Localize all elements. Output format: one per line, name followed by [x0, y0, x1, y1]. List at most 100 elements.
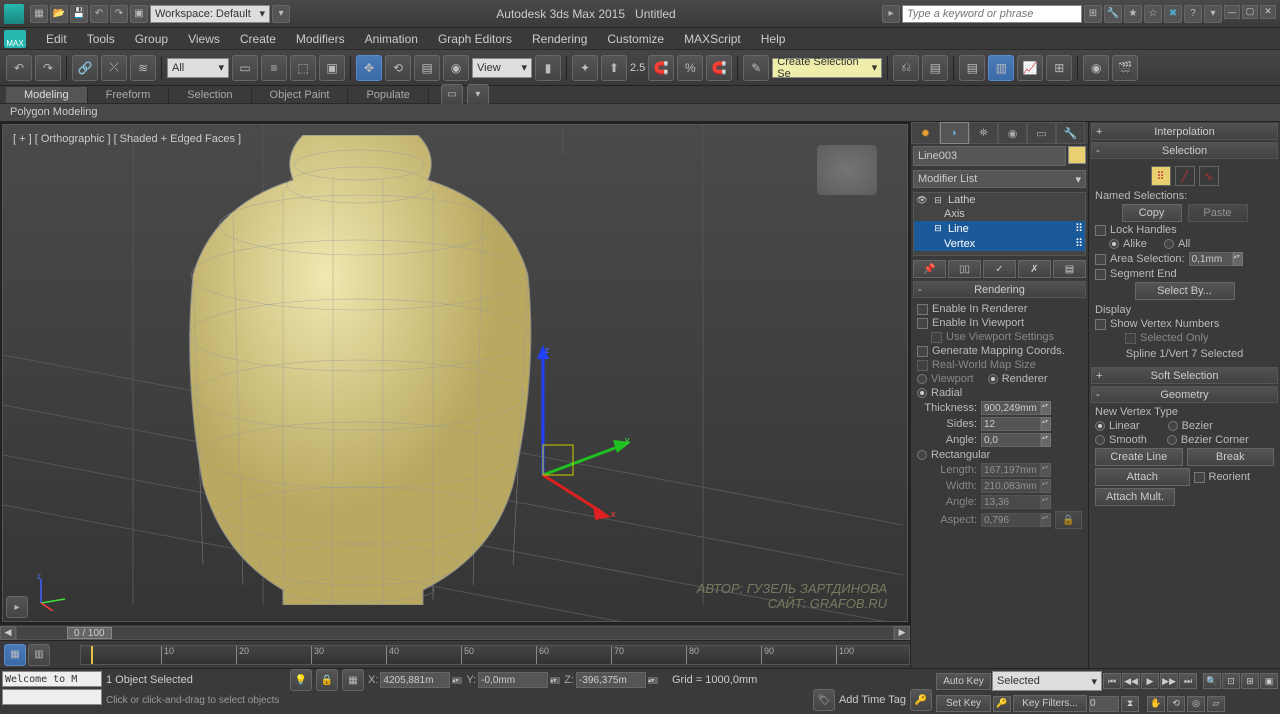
sides-spinner[interactable]: ▴▾ [1041, 417, 1051, 431]
break-button[interactable]: Break [1187, 448, 1275, 466]
gen-mapping-checkbox[interactable] [917, 346, 928, 357]
reorient-checkbox[interactable] [1194, 472, 1205, 483]
field-of-view-icon[interactable]: ▱ [1207, 696, 1225, 712]
rendering-rollout-header[interactable]: -Rendering [913, 281, 1086, 298]
ribbon-config-icon[interactable]: ▭ [441, 84, 463, 106]
make-unique-icon[interactable]: ✓ [983, 260, 1016, 278]
keyboard-shortcut-icon[interactable]: ⬆ [601, 55, 627, 81]
enable-viewport-checkbox[interactable] [917, 318, 928, 329]
all-radio[interactable] [1164, 239, 1174, 249]
attach-mult-button[interactable]: Attach Mult. [1095, 488, 1175, 506]
isolate-icon[interactable]: 🔒 [316, 669, 338, 691]
undo-button[interactable]: ↶ [6, 55, 32, 81]
timeslider-prev[interactable]: ◀ [0, 626, 16, 640]
select-object-icon[interactable]: ▭ [232, 55, 258, 81]
viewport[interactable]: [ + ] [ Orthographic ] [ Shaded + Edged … [2, 124, 908, 622]
mirror-icon[interactable]: ⎌ [893, 55, 919, 81]
dolly-icon[interactable]: ◎ [1187, 696, 1205, 712]
soft-selection-rollout-header[interactable]: +Soft Selection [1091, 367, 1278, 384]
bezier-radio[interactable] [1168, 421, 1178, 431]
create-tab-icon[interactable]: ✹ [911, 122, 940, 144]
menu-edit[interactable]: Edit [36, 30, 77, 48]
save-file-icon[interactable]: 💾 [70, 5, 88, 23]
display-tab-icon[interactable]: ▭ [1027, 122, 1056, 144]
new-file-icon[interactable]: ▦ [30, 5, 48, 23]
transform-type-icon[interactable]: ▦ [342, 669, 364, 691]
menu-customize[interactable]: Customize [597, 30, 674, 48]
track-bar-icon[interactable]: ▦ [4, 644, 26, 666]
sign-in-icon[interactable]: ★ [1124, 5, 1142, 23]
pin-stack-icon[interactable]: 📌 [913, 260, 946, 278]
zoom-extents-icon[interactable]: ⊞ [1241, 673, 1259, 689]
ref-coord-dropdown[interactable]: View▾ [472, 58, 532, 78]
minimize-button[interactable]: — [1224, 5, 1240, 19]
motion-tab-icon[interactable]: ◉ [998, 122, 1027, 144]
menu-create[interactable]: Create [230, 30, 286, 48]
timeslider-track[interactable]: 0 / 100 [16, 626, 894, 640]
maximize-button[interactable]: ▢ [1242, 5, 1258, 19]
ribbon-minimize-icon[interactable]: ▾ [467, 84, 489, 106]
enable-renderer-checkbox[interactable] [917, 304, 928, 315]
move-gizmo[interactable]: z y x [523, 345, 643, 515]
key-filters-button[interactable]: Key Filters... [1013, 695, 1087, 712]
show-end-result-icon[interactable]: ▯▯ [948, 260, 981, 278]
selection-filter-dropdown[interactable]: All▾ [167, 58, 229, 78]
show-vertex-numbers-checkbox[interactable] [1095, 319, 1106, 330]
object-color-swatch[interactable] [1068, 146, 1086, 164]
viewport-radio[interactable] [917, 374, 927, 384]
redo-button[interactable]: ↷ [35, 55, 61, 81]
scale-tool-icon[interactable]: ▤ [414, 55, 440, 81]
geometry-rollout-header[interactable]: -Geometry [1091, 386, 1278, 403]
zoom-extents-all-icon[interactable]: ▣ [1260, 673, 1278, 689]
viewcube[interactable] [817, 145, 877, 195]
tab-object-paint[interactable]: Object Paint [252, 87, 349, 103]
tab-modeling[interactable]: Modeling [6, 87, 88, 103]
manipulate-icon[interactable]: ✦ [572, 55, 598, 81]
comm-center-icon[interactable]: 🔑 [910, 689, 932, 711]
create-line-button[interactable]: Create Line [1095, 448, 1183, 466]
area-selection-input[interactable] [1189, 252, 1233, 266]
placement-tool-icon[interactable]: ◉ [443, 55, 469, 81]
edit-named-sel-icon[interactable]: ✎ [743, 55, 769, 81]
key-filter-dropdown[interactable]: Selected▾ [992, 671, 1102, 691]
zoom-all-icon[interactable]: ⊡ [1222, 673, 1240, 689]
viewport-flyout-icon[interactable]: ▸ [6, 596, 28, 618]
time-config-icon[interactable]: ⧗ [1121, 696, 1139, 712]
y-coord-input[interactable] [478, 672, 548, 688]
link-icon[interactable]: 🔗 [72, 55, 98, 81]
attach-button[interactable]: Attach [1095, 468, 1190, 486]
menu-rendering[interactable]: Rendering [522, 30, 597, 48]
add-time-tag[interactable]: Add Time Tag [839, 694, 906, 706]
subscription-icon[interactable]: 🔧 [1104, 5, 1122, 23]
sides-input[interactable] [981, 417, 1041, 431]
exchange-icon[interactable]: ⊞ [1084, 5, 1102, 23]
stack-axis[interactable]: Axis [914, 207, 1085, 221]
object-name-input[interactable] [913, 146, 1066, 166]
vertex-subobj-icon[interactable]: ⠿ [1151, 166, 1171, 186]
undo-icon[interactable]: ↶ [90, 5, 108, 23]
close-button[interactable]: ✕ [1260, 5, 1276, 19]
angle-snap-icon[interactable]: % [677, 55, 703, 81]
open-file-icon[interactable]: 📂 [50, 5, 68, 23]
named-selection-dropdown[interactable]: Create Selection Se▾ [772, 58, 882, 78]
linear-radio[interactable] [1095, 421, 1105, 431]
align-icon[interactable]: ▤ [922, 55, 948, 81]
snap-toggle-icon[interactable]: 🧲 [648, 55, 674, 81]
hierarchy-tab-icon[interactable]: ⛯ [969, 122, 998, 144]
help-menu-icon[interactable]: ▾ [1204, 5, 1222, 23]
prev-frame-icon[interactable]: ◀◀ [1122, 673, 1140, 689]
next-frame-icon[interactable]: ▶▶ [1160, 673, 1178, 689]
tab-populate[interactable]: Populate [348, 87, 428, 103]
set-key-button[interactable]: Set Key [936, 695, 991, 712]
utilities-tab-icon[interactable]: 🔧 [1056, 122, 1085, 144]
timeslider-thumb[interactable]: 0 / 100 [67, 627, 112, 639]
workspace-dropdown[interactable]: Workspace: Default▾ [150, 5, 270, 23]
modify-tab-icon[interactable]: ◗ [940, 122, 969, 144]
segment-subobj-icon[interactable]: ╱ [1175, 166, 1195, 186]
x-coord-input[interactable] [380, 672, 450, 688]
time-tag-icon[interactable]: 🏷 [813, 689, 835, 711]
segment-end-checkbox[interactable] [1095, 269, 1106, 280]
configure-modifier-icon[interactable]: ▤ [1053, 260, 1086, 278]
menu-help[interactable]: Help [751, 30, 796, 48]
radial-radio[interactable] [917, 388, 927, 398]
